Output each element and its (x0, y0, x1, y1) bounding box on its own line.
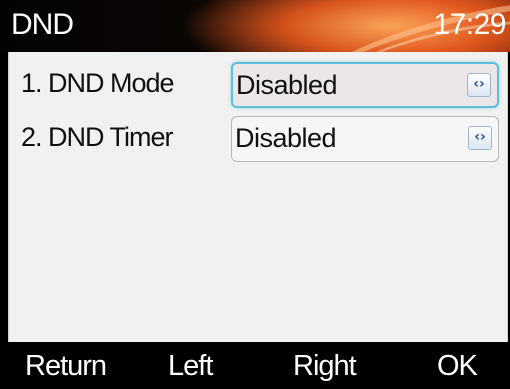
setting-label-dnd-mode: 1. DND Mode (21, 68, 175, 98)
dnd-timer-select[interactable]: Disabled ‹› (231, 116, 499, 162)
dnd-timer-value: Disabled (235, 123, 337, 153)
setting-label-dnd-timer: 2. DND Timer (21, 122, 174, 152)
page-title: DND (11, 8, 74, 41)
right-softkey[interactable]: Right (293, 350, 357, 383)
return-softkey[interactable]: Return (25, 350, 107, 383)
settings-list: 1. DND Mode Disabled ‹› 2. DND Timer Dis… (8, 52, 508, 342)
left-softkey[interactable]: Left (168, 350, 213, 383)
setting-row-dnd-mode[interactable]: 1. DND Mode Disabled ‹› (9, 58, 509, 112)
dnd-mode-value: Disabled (236, 70, 338, 100)
clock: 17:29 (433, 8, 506, 41)
phone-screen: DND 17:29 1. DND Mode Disabled ‹› 2. DND… (0, 0, 510, 389)
left-right-arrows-icon[interactable]: ‹› (467, 73, 491, 97)
dnd-mode-select[interactable]: Disabled ‹› (231, 62, 499, 108)
left-right-arrows-icon[interactable]: ‹› (468, 126, 492, 150)
header-bar: DND 17:29 (0, 0, 510, 52)
softkey-bar: Return Left Right OK (0, 342, 510, 389)
setting-row-dnd-timer[interactable]: 2. DND Timer Disabled ‹› (9, 112, 509, 166)
ok-softkey[interactable]: OK (437, 350, 478, 383)
